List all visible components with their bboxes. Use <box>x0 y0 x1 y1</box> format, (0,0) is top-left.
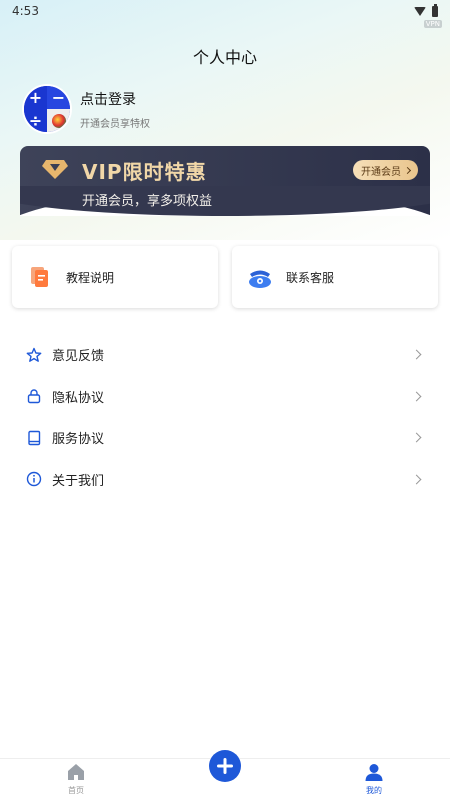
document-icon <box>31 267 48 287</box>
menu-item-service-agreement[interactable]: 服务协议 <box>0 417 450 459</box>
chevron-right-icon <box>411 349 422 360</box>
book-icon <box>26 430 42 446</box>
profile-login[interactable]: + − ÷ 点击登录 开通会员享特权 <box>24 86 150 132</box>
status-bar: 4:53 <box>0 0 450 22</box>
card-curve-decoration <box>20 188 430 216</box>
menu-item-label: 服务协议 <box>52 432 105 448</box>
tab-home[interactable]: 首页 <box>48 762 104 796</box>
menu-item-label: 关于我们 <box>52 473 105 489</box>
avatar[interactable]: + − ÷ <box>24 86 70 132</box>
vip-title: VIP限时特惠 <box>82 160 207 184</box>
avatar-divide-symbol: ÷ <box>24 109 47 132</box>
settings-menu: 意见反馈 隐私协议 服务协议 关于我们 <box>0 334 450 500</box>
home-icon <box>68 764 84 780</box>
plus-icon <box>217 758 233 774</box>
menu-item-label: 意见反馈 <box>52 349 105 365</box>
chevron-right-icon <box>403 166 412 174</box>
vip-promo-card[interactable]: VIP限时特惠 开通会员 <box>20 146 430 216</box>
login-label[interactable]: 点击登录 <box>80 89 150 109</box>
tutorial-card[interactable]: 教程说明 <box>12 246 218 308</box>
open-membership-label: 开通会员 <box>361 166 401 178</box>
avatar-plus-symbol: + <box>24 86 47 109</box>
lock-icon <box>26 388 42 404</box>
menu-item-feedback[interactable]: 意见反馈 <box>0 334 450 376</box>
wifi-icon <box>414 6 426 16</box>
tutorial-label: 教程说明 <box>66 270 115 285</box>
open-membership-button[interactable]: 开通会员 <box>353 160 418 180</box>
tab-mine-label: 我的 <box>366 786 382 795</box>
chevron-right-icon <box>411 432 422 443</box>
battery-icon <box>432 3 438 17</box>
telephone-icon <box>249 270 271 288</box>
quick-cards: 教程说明 联系客服 <box>12 246 438 308</box>
avatar-minus-symbol: − <box>47 86 70 109</box>
tab-home-label: 首页 <box>68 786 84 795</box>
tab-mine[interactable]: 我的 <box>346 762 402 796</box>
menu-item-label: 隐私协议 <box>52 390 105 406</box>
user-icon <box>365 764 383 781</box>
chevron-right-icon <box>411 474 422 485</box>
diamond-icon <box>42 160 68 179</box>
menu-item-about[interactable]: 关于我们 <box>0 459 450 501</box>
star-icon <box>26 347 42 363</box>
info-icon <box>26 471 42 487</box>
chevron-right-icon <box>411 391 422 402</box>
customer-service-label: 联系客服 <box>286 270 335 285</box>
status-time: 4:53 <box>12 4 39 18</box>
menu-item-privacy[interactable]: 隐私协议 <box>0 376 450 418</box>
page-title: 个人中心 <box>192 48 257 67</box>
customer-service-card[interactable]: 联系客服 <box>232 246 438 308</box>
avatar-ball-icon <box>47 109 70 132</box>
vip-privilege-text: 开通会员享特权 <box>80 118 150 130</box>
add-button[interactable] <box>209 750 241 782</box>
vpn-badge: VPN <box>423 20 442 28</box>
